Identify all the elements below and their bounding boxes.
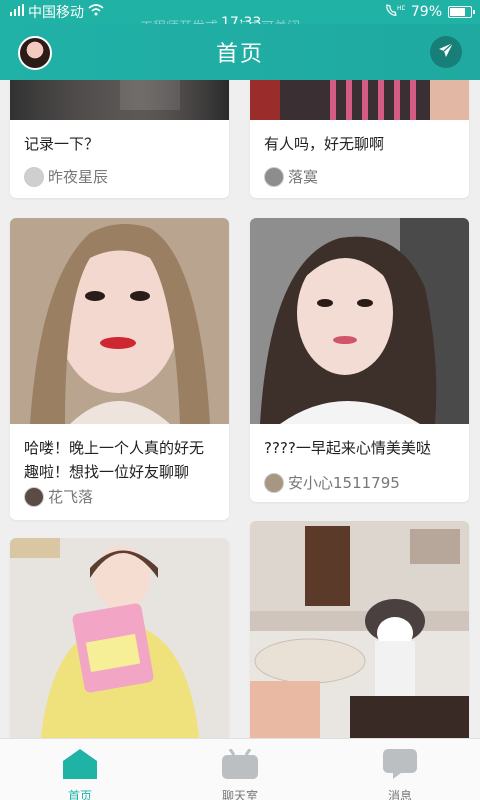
author-avatar — [24, 486, 44, 507]
tab-home[interactable]: 首页 — [0, 739, 160, 800]
battery-percent: 79% — [410, 4, 442, 20]
battery-icon — [448, 6, 475, 18]
post-caption: ????一早起来心情美美哒 — [264, 439, 431, 457]
tab-messages-label: 消息 — [387, 789, 412, 800]
app-header: 首页 — [0, 24, 480, 80]
post-photo — [10, 80, 229, 120]
home-icon — [63, 749, 97, 783]
post-author[interactable]: 花飞落 — [24, 486, 93, 507]
carrier-name: 中国移动 — [28, 5, 84, 21]
tab-chatroom-label: 聊天室 — [221, 789, 258, 800]
post-caption: 有人吗，好无聊啊 — [264, 135, 385, 153]
hd-call-icon: HD — [385, 3, 406, 21]
wifi-icon — [88, 4, 104, 20]
post-caption: 记录一下？ — [24, 135, 100, 153]
post-caption: 哈喽！晚上一个人真的好无趣啦！想找一位好友聊聊 — [24, 439, 205, 481]
post-photo — [250, 218, 469, 424]
post-photo — [10, 538, 229, 738]
svg-text:HD: HD — [397, 5, 405, 12]
bottom-tab-bar: 首页 聊天室 消息 — [0, 738, 480, 800]
post-card[interactable]: 哈喽！晚上一个人真的好无趣啦！想找一位好友聊聊 花飞落 — [10, 218, 229, 520]
page-title: 首页 — [215, 42, 264, 67]
author-name: 落寞 — [288, 168, 319, 186]
post-photo — [10, 218, 229, 424]
feed-list[interactable]: 记录一下？ 昨夜星辰 有人吗，好无聊啊 落寞 哈喽！晚上一个人真的好无趣啦！想找… — [0, 80, 480, 738]
status-left: 中国移动 — [10, 2, 104, 22]
post-photo — [250, 521, 469, 738]
tab-messages[interactable]: 消息 — [320, 739, 480, 800]
message-icon — [383, 749, 417, 783]
post-card[interactable]: 有人吗，好无聊啊 落寞 — [250, 80, 469, 198]
author-name: 安小心1511795 — [288, 474, 400, 492]
author-avatar — [264, 166, 284, 187]
tab-home-label: 首页 — [67, 789, 92, 800]
author-avatar — [24, 166, 44, 187]
post-card[interactable]: 记录一下？ 昨夜星辰 — [10, 80, 229, 198]
post-author[interactable]: 昨夜星辰 — [24, 166, 108, 187]
status-bar: 中国移动 工程师开发或… 点击可关闭 17:33 HD 79% — [0, 0, 480, 35]
post-photo — [250, 80, 469, 120]
send-button[interactable] — [430, 36, 462, 68]
status-right: HD 79% — [385, 3, 475, 21]
chatroom-icon — [222, 748, 258, 783]
post-author[interactable]: 安小心1511795 — [264, 472, 400, 493]
tab-chatroom[interactable]: 聊天室 — [160, 739, 320, 800]
paper-plane-icon — [438, 42, 454, 62]
post-author[interactable]: 落寞 — [264, 166, 318, 187]
author-avatar — [264, 472, 284, 493]
post-card[interactable] — [10, 538, 229, 738]
signal-icon — [10, 4, 24, 20]
user-avatar-button[interactable] — [18, 36, 52, 70]
post-card[interactable]: ????一早起来心情美美哒 安小心1511795 — [250, 218, 469, 502]
author-name: 昨夜星辰 — [48, 168, 109, 186]
post-card[interactable] — [250, 521, 469, 738]
author-name: 花飞落 — [48, 488, 94, 506]
